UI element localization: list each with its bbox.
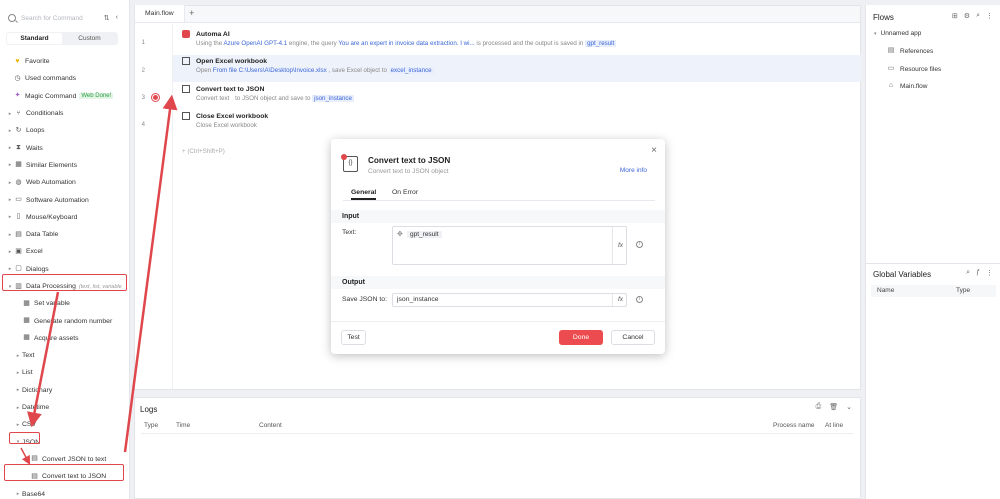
arrow-to-step [123,94,178,453]
arrow-to-json [27,291,60,428]
app-window: Search for Command ⇅ ‹ Standard Custom ♥… [0,0,1000,499]
annotation-arrows [20,94,178,465]
arrow-to-convert [20,447,31,465]
